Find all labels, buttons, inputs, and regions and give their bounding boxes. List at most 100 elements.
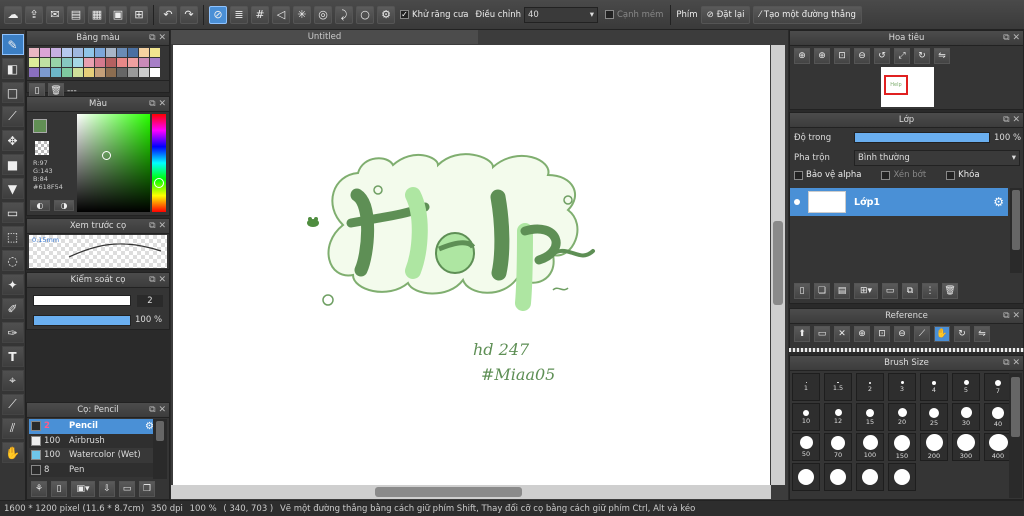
line-tool-icon[interactable]: ⟋ [1, 106, 24, 127]
brush-size-cell[interactable] [792, 463, 820, 491]
ref-hand-icon[interactable]: ✋ [934, 326, 950, 342]
correction-select[interactable]: 40 ▾ [523, 6, 598, 23]
color-swatch[interactable] [40, 68, 50, 77]
brush-item[interactable]: 8 Pen [29, 462, 157, 477]
brush-settings-icon[interactable]: ⚘ [31, 481, 47, 497]
brush-size-cell[interactable]: 50 [792, 433, 820, 461]
brush-list-scrollbar[interactable] [153, 419, 167, 479]
panel-buttons-icon[interactable]: ⧉ ✕ [1003, 309, 1020, 324]
brush-size-cell[interactable]: 3 [888, 373, 916, 401]
color-swatch[interactable] [117, 58, 127, 67]
brush-size-cell[interactable]: 300 [952, 433, 980, 461]
ref-flip-icon[interactable]: ⇋ [974, 326, 990, 342]
lock-checkbox[interactable]: Khóa [946, 170, 980, 180]
layer-row[interactable]: Lớp1 ⚙ [790, 188, 1008, 216]
document-icon[interactable]: ▦ [88, 5, 106, 24]
select-tool-icon[interactable]: ⬚ [1, 226, 24, 247]
brush-item[interactable]: 100 Airbrush [29, 433, 157, 448]
panel-buttons-icon[interactable]: ⧉ ✕ [149, 31, 166, 46]
add-layer-menu-icon[interactable]: ⊞▾ [854, 283, 878, 299]
color-swatch[interactable] [84, 58, 94, 67]
snap-curve-icon[interactable]: ⤸ [335, 5, 353, 24]
color-swatch[interactable] [29, 48, 39, 57]
brush-size-cell[interactable]: 5 [952, 373, 980, 401]
brush-opacity-slider[interactable] [33, 315, 131, 326]
redo-icon[interactable]: ↷ [180, 5, 198, 24]
color-swatch[interactable] [84, 68, 94, 77]
brush-size-cell[interactable]: 400 [984, 433, 1012, 461]
document-tab[interactable]: Untitled [171, 30, 478, 44]
color-swatch[interactable] [106, 68, 116, 77]
panel-icon[interactable]: ▣ [109, 5, 127, 24]
brush-size-cell[interactable]: 150 [888, 433, 916, 461]
copy-layer-icon[interactable]: ❏ [814, 283, 830, 299]
layer-menu-icon[interactable]: ⋮ [922, 283, 938, 299]
brush-size-cell[interactable]: 1.5 [824, 373, 852, 401]
color-swatch[interactable] [84, 48, 94, 57]
divide-tool-icon[interactable]: ⌖ [1, 370, 24, 391]
snap-parallel-icon[interactable]: ≣ [230, 5, 248, 24]
snap-settings-icon[interactable]: ⚙ [377, 5, 395, 24]
zoom-out-icon[interactable]: ⊖ [854, 48, 870, 64]
snap-ellipse-icon[interactable]: ○ [356, 5, 374, 24]
panel-buttons-icon[interactable]: ⧉ ✕ [1003, 31, 1020, 46]
panel-buttons-icon[interactable]: ⧉ ✕ [149, 219, 166, 234]
clip-checkbox[interactable]: Xén bớt [881, 170, 926, 180]
new-brush-icon[interactable]: ▯ [51, 481, 67, 497]
color-swatch[interactable] [62, 68, 72, 77]
canvas-paper[interactable]: hd 247 #Miaa05 [173, 45, 770, 485]
color-swatch[interactable] [128, 68, 138, 77]
zoom-plus-icon[interactable]: ⊕ [814, 48, 830, 64]
ref-folder-icon[interactable]: ▭ [814, 326, 830, 342]
panel-buttons-icon[interactable]: ⧉ ✕ [1003, 356, 1020, 371]
color-swatch[interactable] [40, 48, 50, 57]
panel-buttons-icon[interactable]: ⧉ ✕ [149, 403, 166, 418]
rotate-left-icon[interactable]: ↺ [874, 48, 890, 64]
color-swatch[interactable] [128, 58, 138, 67]
ref-close-icon[interactable]: ✕ [834, 326, 850, 342]
make-line-button[interactable]: ⁄ Tạo một đường thẳng [753, 5, 862, 24]
visibility-icon[interactable] [794, 199, 800, 205]
text-tool-icon[interactable]: T [1, 346, 24, 367]
ref-zoom-in-icon[interactable]: ⊕ [854, 326, 870, 342]
panel-buttons-icon[interactable]: ⧉ ✕ [149, 273, 166, 288]
gradient-tool-icon[interactable]: ▭ [1, 202, 24, 223]
ref-import-icon[interactable]: ⬆ [794, 326, 810, 342]
brush-folder-icon[interactable]: ▭ [119, 481, 135, 497]
color-wheel-icon[interactable]: ◑ [54, 200, 74, 211]
dropper-tool-icon[interactable]: ⫽ [1, 418, 24, 439]
color-swatch[interactable] [40, 58, 50, 67]
fit-icon[interactable]: ⊡ [834, 48, 850, 64]
vertical-scrollbar[interactable] [771, 45, 785, 485]
layer-opacity-slider[interactable] [854, 132, 990, 143]
snap-radial-icon[interactable]: ✳ [293, 5, 311, 24]
color-swatch[interactable] [95, 68, 105, 77]
fill-tool-icon[interactable]: ■ [1, 154, 24, 175]
merge-icon[interactable]: ⧉ [902, 283, 918, 299]
flip-icon[interactable]: ⇋ [934, 48, 950, 64]
brush-size-cell[interactable]: 25 [920, 403, 948, 431]
undo-icon[interactable]: ↶ [159, 5, 177, 24]
ref-eyedropper-icon[interactable]: ⟋ [914, 326, 930, 342]
magic-wand-tool-icon[interactable]: ✦ [1, 274, 24, 295]
brush-item[interactable]: 100 Watercolor (Wet) [29, 448, 157, 463]
color-swatch[interactable] [117, 48, 127, 57]
brush-size-slider[interactable] [33, 295, 131, 306]
color-swatch[interactable] [29, 58, 39, 67]
brush-size-value[interactable]: 2 [137, 295, 163, 307]
brush-menu-icon[interactable]: ▣▾ [71, 481, 95, 497]
ref-zoom-out-icon[interactable]: ⊖ [894, 326, 910, 342]
layout-icon[interactable]: ▤ [67, 5, 85, 24]
color-swatch[interactable] [51, 48, 61, 57]
lasso-tool-icon[interactable]: ◌ [1, 250, 24, 271]
rotate-right-icon[interactable]: ↻ [914, 48, 930, 64]
delete-layer-icon[interactable]: 🗑 [942, 283, 958, 299]
color-mode-icon[interactable]: ◐ [30, 200, 50, 211]
color-swatch[interactable] [139, 68, 149, 77]
snap-grid-icon[interactable]: # [251, 5, 269, 24]
antialias-checkbox[interactable]: ✓ Khử răng cưa [400, 10, 469, 20]
brush-size-cell[interactable]: 7 [984, 373, 1012, 401]
color-swatch[interactable] [95, 48, 105, 57]
color-swatch[interactable] [73, 58, 83, 67]
color-swatch[interactable] [150, 68, 160, 77]
